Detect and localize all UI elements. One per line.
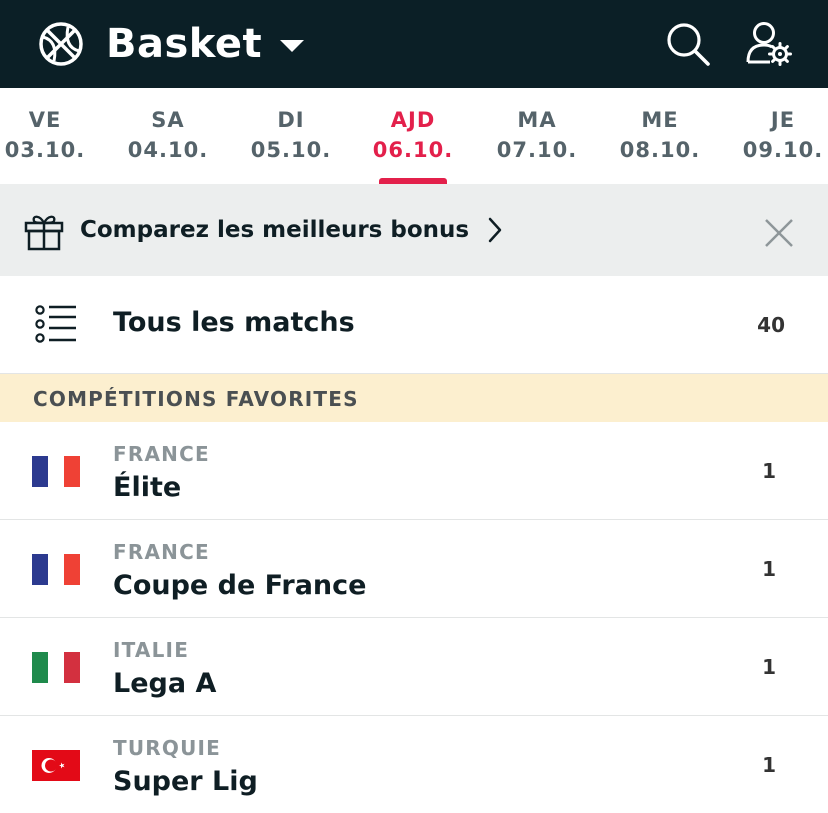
date-day-of-week: VE bbox=[28, 108, 62, 132]
competition-country: TURQUIE bbox=[113, 736, 222, 760]
date-day-of-week: ME bbox=[641, 108, 679, 132]
chevron-right-icon bbox=[488, 217, 502, 243]
competition-count: 1 bbox=[762, 655, 776, 679]
date-day: 04.10. bbox=[127, 138, 209, 162]
date-day-of-week: JE bbox=[770, 108, 796, 132]
bonus-banner: Comparez les meilleurs bonus bbox=[0, 184, 828, 276]
date-tab[interactable]: JE 09.10. bbox=[733, 88, 828, 184]
competition-count: 1 bbox=[762, 557, 776, 581]
competition-row[interactable]: FRANCE Élite 1 bbox=[0, 422, 828, 520]
france-flag-icon bbox=[32, 456, 80, 487]
date-tab-today[interactable]: AJD 06.10. bbox=[363, 88, 463, 184]
date-tab[interactable]: VE 03.10. bbox=[0, 88, 95, 184]
all-matches-count: 40 bbox=[757, 313, 785, 337]
search-icon[interactable] bbox=[664, 20, 712, 68]
date-day-of-week: AJD bbox=[390, 108, 436, 132]
competition-country: FRANCE bbox=[113, 442, 210, 466]
date-day: 08.10. bbox=[619, 138, 701, 162]
date-day: 06.10. bbox=[372, 138, 454, 162]
date-tab[interactable]: MA 07.10. bbox=[487, 88, 587, 184]
all-matches-row[interactable]: Tous les matchs 40 bbox=[0, 276, 828, 374]
date-day-of-week: MA bbox=[517, 108, 557, 132]
competition-row[interactable]: TURQUIE Super Lig 1 bbox=[0, 716, 828, 813]
all-matches-label: Tous les matchs bbox=[113, 307, 355, 338]
competition-name: Coupe de France bbox=[113, 570, 367, 601]
date-day: 09.10. bbox=[742, 138, 824, 162]
competition-row[interactable]: FRANCE Coupe de France 1 bbox=[0, 520, 828, 618]
app-header: Basket bbox=[0, 0, 828, 88]
bonus-text: Comparez les meilleurs bonus bbox=[80, 217, 470, 243]
caret-down-icon bbox=[280, 40, 305, 52]
date-tab[interactable]: DI 05.10. bbox=[241, 88, 341, 184]
close-icon[interactable] bbox=[762, 216, 796, 250]
sport-title: Basket bbox=[106, 21, 263, 67]
date-day-of-week: DI bbox=[277, 108, 305, 132]
basketball-icon bbox=[39, 22, 83, 66]
competition-row[interactable]: ITALIE Lega A 1 bbox=[0, 618, 828, 716]
date-day-of-week: SA bbox=[151, 108, 185, 132]
competition-count: 1 bbox=[762, 753, 776, 777]
user-settings-icon[interactable] bbox=[742, 18, 792, 68]
date-day: 03.10. bbox=[4, 138, 86, 162]
list-icon bbox=[35, 305, 76, 343]
italy-flag-icon bbox=[32, 652, 80, 683]
competition-country: FRANCE bbox=[113, 540, 210, 564]
date-tab[interactable]: SA 04.10. bbox=[118, 88, 218, 184]
favorites-section-header: COMPÉTITIONS FAVORITES bbox=[0, 374, 828, 422]
section-title: COMPÉTITIONS FAVORITES bbox=[33, 387, 359, 411]
competition-name: Lega A bbox=[113, 668, 217, 699]
date-tab[interactable]: ME 08.10. bbox=[610, 88, 710, 184]
competition-name: Super Lig bbox=[113, 766, 258, 797]
competition-name: Élite bbox=[113, 472, 182, 503]
gift-icon bbox=[24, 215, 64, 251]
turkey-flag-icon bbox=[32, 750, 80, 781]
competition-country: ITALIE bbox=[113, 638, 190, 662]
date-day: 07.10. bbox=[496, 138, 578, 162]
france-flag-icon bbox=[32, 554, 80, 585]
competition-count: 1 bbox=[762, 459, 776, 483]
compare-bonus-link[interactable]: Comparez les meilleurs bonus bbox=[80, 184, 503, 276]
date-selector: VE 03.10. SA 04.10. DI 05.10. AJD 06.10.… bbox=[0, 88, 828, 184]
sport-selector[interactable]: Basket bbox=[106, 16, 305, 72]
date-day: 05.10. bbox=[250, 138, 332, 162]
